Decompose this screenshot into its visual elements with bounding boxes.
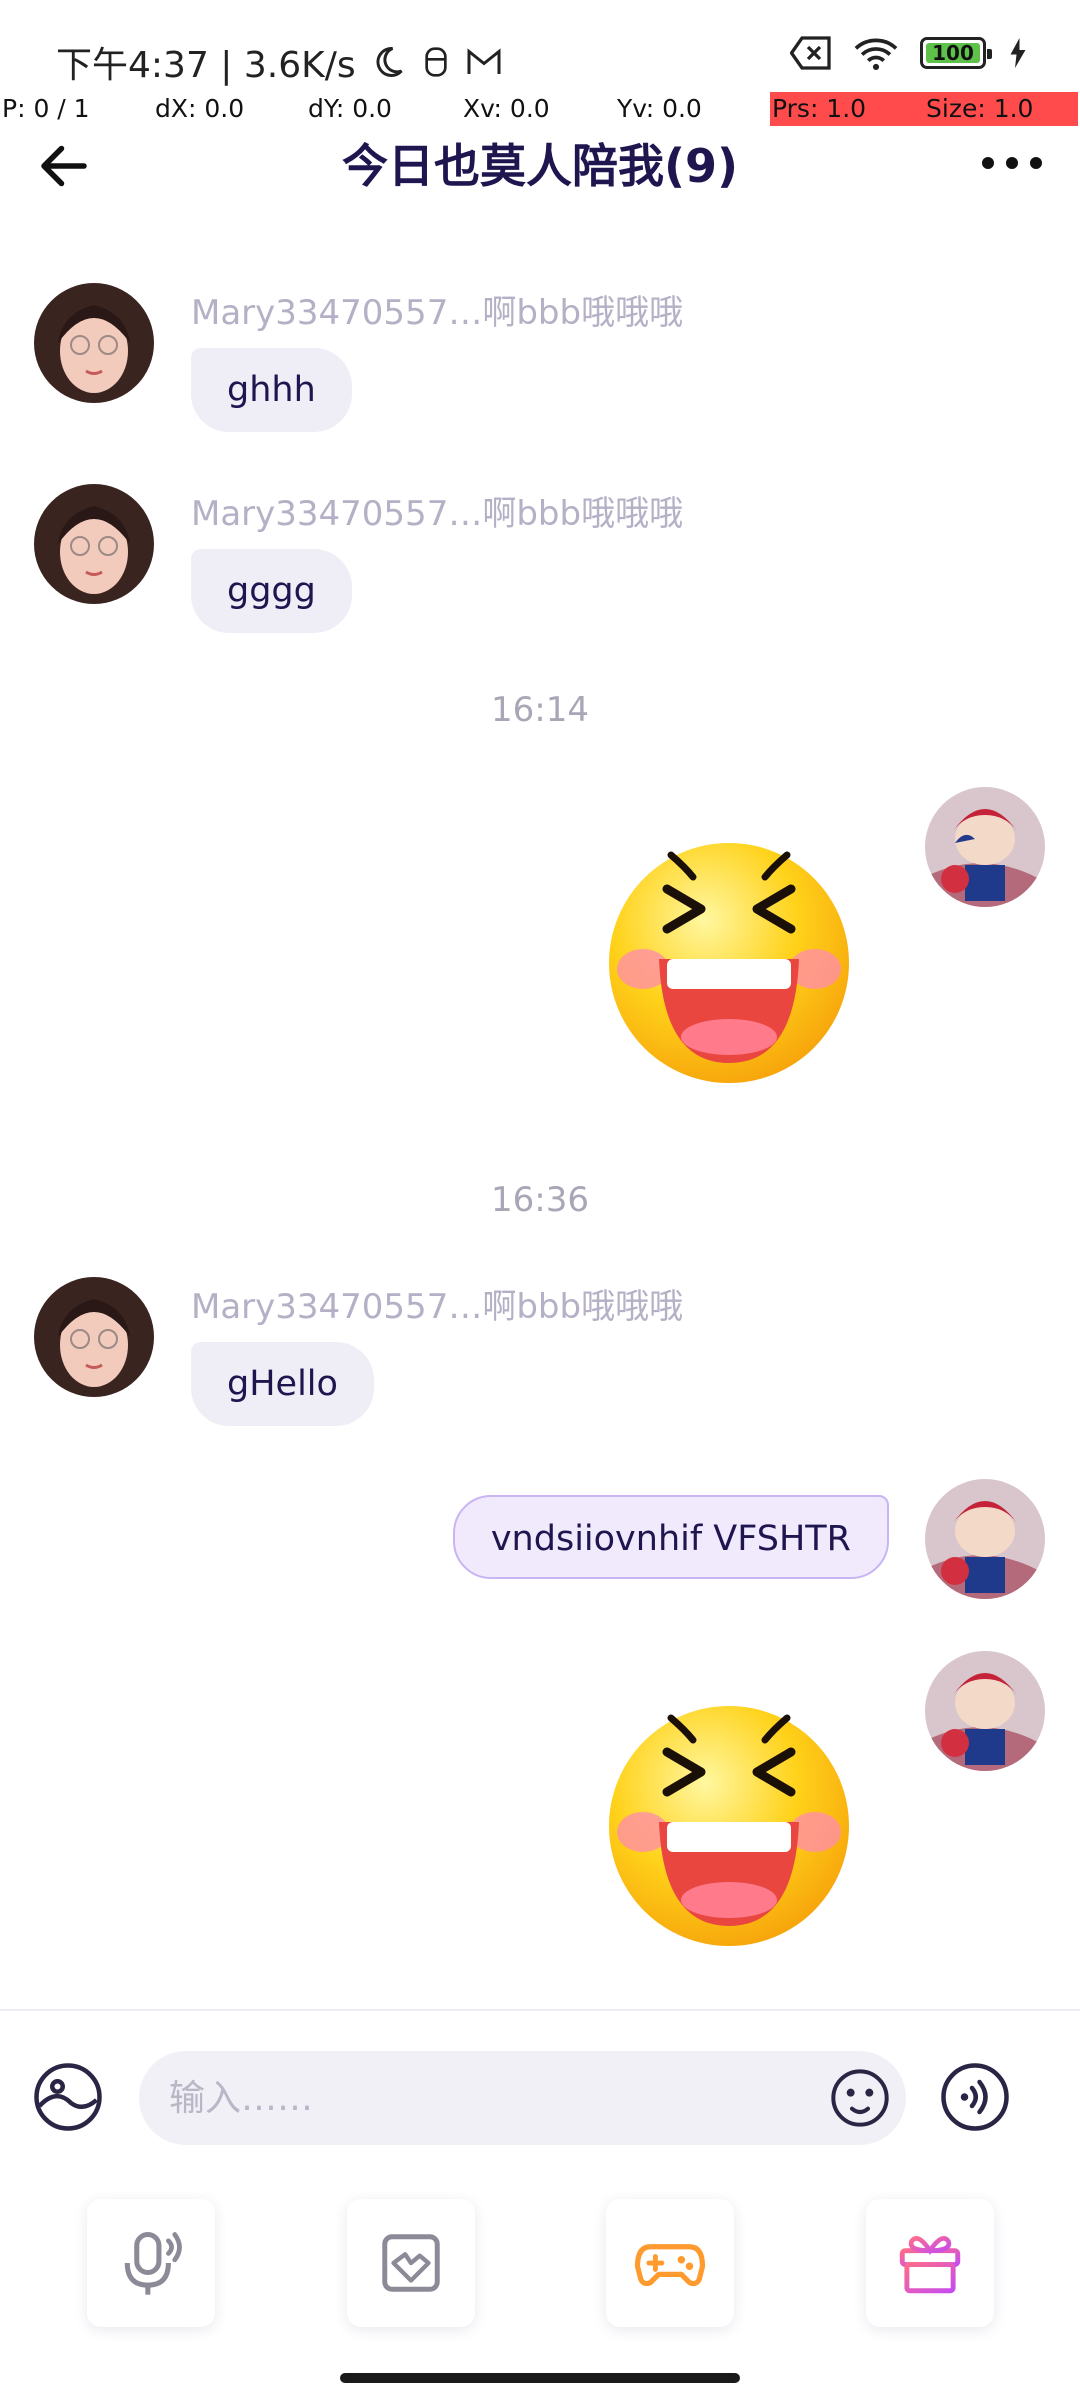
game-button[interactable] bbox=[606, 2199, 734, 2327]
female-avatar-image bbox=[34, 283, 154, 403]
time-separator: 16:36 bbox=[491, 1180, 589, 1220]
pointer-dy: dY: 0.0 bbox=[308, 94, 392, 123]
image-icon bbox=[34, 2063, 102, 2131]
status-time-speed: 下午4:37 | 3.6K/s bbox=[56, 45, 356, 86]
sender-name: Mary33470557…啊bbb哦哦哦 bbox=[191, 293, 684, 333]
avatar[interactable] bbox=[925, 1479, 1045, 1599]
microphone-icon bbox=[124, 2231, 182, 2295]
status-right: 100 bbox=[790, 36, 1028, 70]
figure-avatar-image bbox=[925, 787, 1045, 907]
voice-room-button[interactable] bbox=[87, 2199, 215, 2327]
pointer-yv: Yv: 0.0 bbox=[617, 94, 702, 123]
gift-button[interactable] bbox=[866, 2199, 994, 2327]
composer bbox=[0, 2009, 1080, 2400]
emoji-button[interactable] bbox=[828, 2066, 892, 2130]
message-bubble[interactable]: gggg bbox=[191, 549, 352, 633]
message-input-box[interactable] bbox=[139, 2051, 906, 2145]
avatar[interactable] bbox=[925, 1651, 1045, 1771]
laughing-emoji-sticker[interactable] bbox=[607, 841, 851, 1085]
pointer-location-bar: P: 0 / 1 dX: 0.0 dY: 0.0 Xv: 0.0 Yv: 0.0… bbox=[0, 92, 1080, 126]
status-left: 下午4:37 | 3.6K/s bbox=[56, 36, 502, 88]
gamepad-icon bbox=[634, 2244, 706, 2287]
status-bar: 下午4:37 | 3.6K/s 100 bbox=[0, 0, 1080, 90]
more-button[interactable] bbox=[982, 148, 1042, 178]
sound-wave-icon bbox=[941, 2063, 1009, 2131]
voice-button[interactable] bbox=[939, 2061, 1011, 2133]
avatar[interactable] bbox=[34, 283, 154, 403]
sender-name: Mary33470557…啊bbb哦哦哦 bbox=[191, 1287, 684, 1327]
sender-name: Mary33470557…啊bbb哦哦哦 bbox=[191, 494, 684, 534]
female-avatar-image bbox=[34, 484, 154, 604]
time-separator: 16:14 bbox=[491, 690, 589, 730]
home-indicator[interactable] bbox=[340, 2373, 740, 2383]
more-dot bbox=[1006, 157, 1018, 169]
avatar[interactable] bbox=[34, 1277, 154, 1397]
page-title: 今日也莫人陪我(9) bbox=[341, 139, 739, 193]
figure-avatar-image bbox=[925, 1479, 1045, 1599]
message-bubble[interactable]: gHello bbox=[191, 1342, 374, 1426]
pointer-pressure: Prs: 1.0 bbox=[770, 92, 922, 126]
sim-off-icon bbox=[790, 36, 831, 70]
avatar[interactable] bbox=[34, 484, 154, 604]
pointer-size: Size: 1.0 bbox=[922, 92, 1078, 126]
laughing-emoji-sticker[interactable] bbox=[607, 1704, 851, 1948]
photo-button[interactable] bbox=[32, 2061, 104, 2133]
pointer-dx: dX: 0.0 bbox=[155, 94, 245, 123]
photo-frame-icon bbox=[382, 2234, 440, 2292]
more-dot bbox=[1030, 157, 1042, 169]
female-avatar-image bbox=[34, 1277, 154, 1397]
charging-icon bbox=[1010, 38, 1026, 68]
message-input[interactable] bbox=[169, 2051, 769, 2145]
gift-icon bbox=[899, 2236, 961, 2294]
avatar[interactable] bbox=[925, 787, 1045, 907]
battery-level: 100 bbox=[932, 41, 974, 65]
pointer-count: P: 0 / 1 bbox=[2, 94, 90, 123]
pointer-xv: Xv: 0.0 bbox=[463, 94, 550, 123]
hand-icon bbox=[424, 47, 447, 77]
more-dot bbox=[982, 157, 994, 169]
figure-avatar-image bbox=[925, 1651, 1045, 1771]
album-button[interactable] bbox=[347, 2199, 475, 2327]
message-bubble-self[interactable]: vndsiiovnhif VFSHTR bbox=[452, 1495, 889, 1579]
message-bubble[interactable]: ghhh bbox=[191, 348, 352, 432]
wifi-icon bbox=[854, 38, 898, 70]
chat-header: 今日也莫人陪我(9) bbox=[0, 126, 1080, 226]
moon-icon bbox=[376, 46, 403, 77]
battery-icon: 100 bbox=[920, 37, 992, 69]
mail-icon bbox=[467, 48, 501, 74]
smiley-icon bbox=[831, 2069, 889, 2127]
